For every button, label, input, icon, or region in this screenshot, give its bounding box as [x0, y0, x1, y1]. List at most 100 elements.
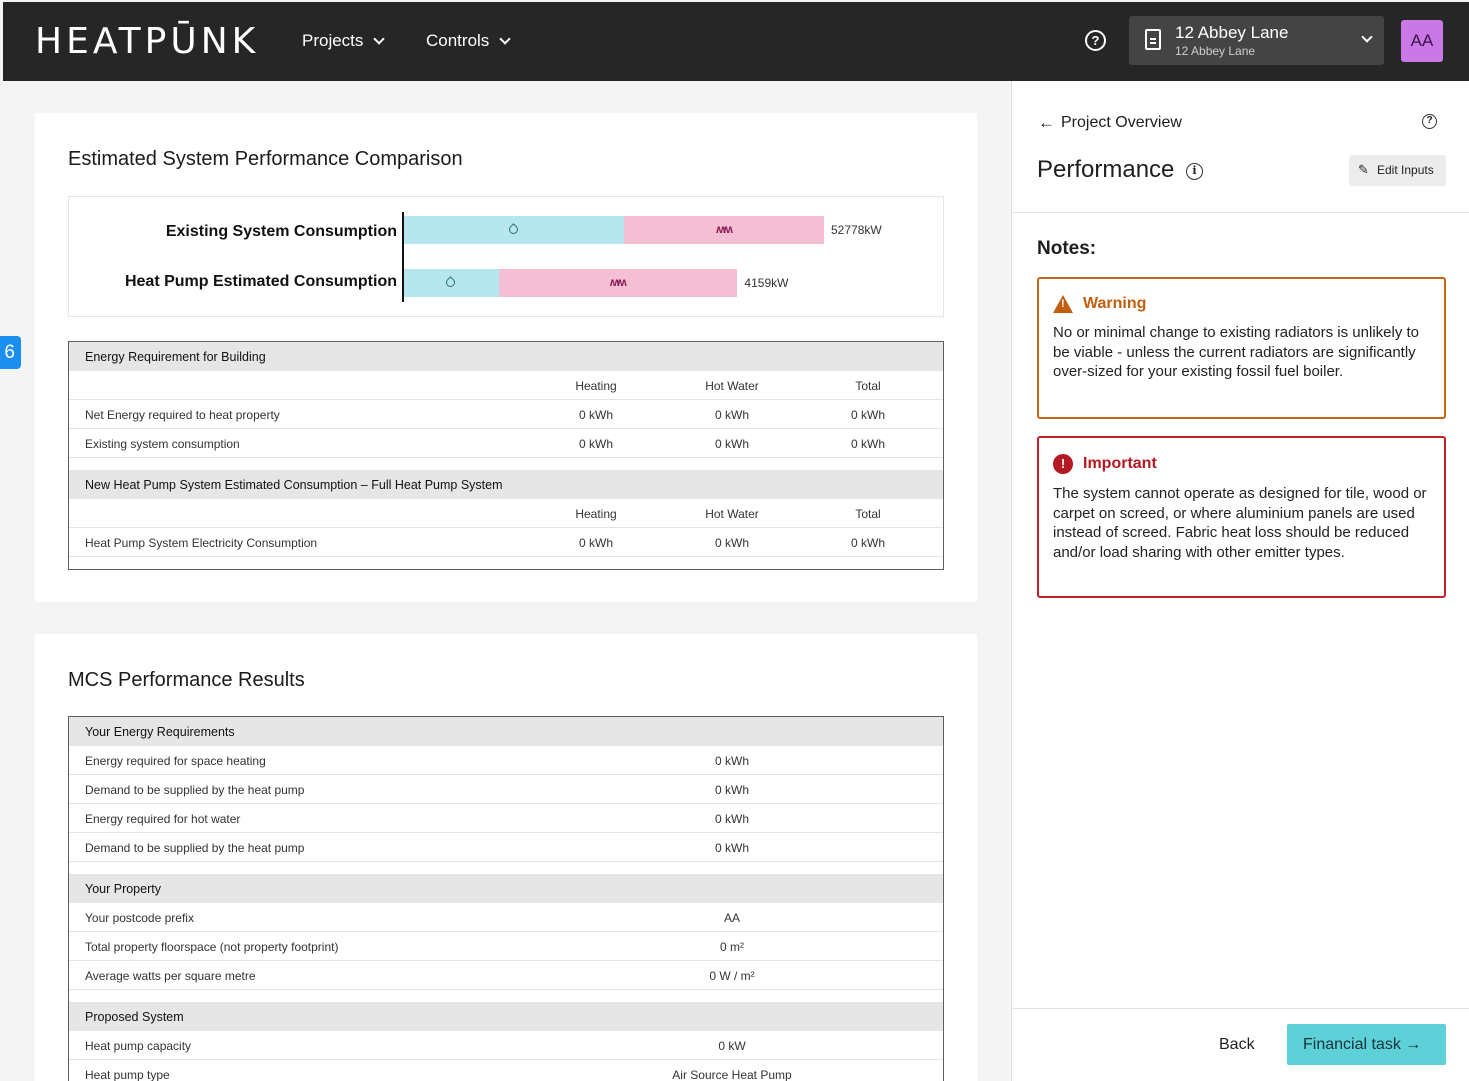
table-gap [69, 458, 943, 470]
important-body: The system cannot operate as designed fo… [1053, 485, 1427, 561]
chart-category-label: Heat Pump Estimated Consumption [124, 273, 397, 290]
column-header: Heating [575, 379, 617, 393]
row-value: Air Source Heat Pump [672, 1068, 792, 1081]
financial-task-label: Financial task [1303, 1036, 1401, 1053]
table-section-header: Energy Requirement for Building [69, 342, 943, 371]
row-label: Average watts per square metre [85, 969, 256, 983]
important-title: Important [1083, 455, 1157, 472]
water-drop-icon [444, 276, 458, 289]
row-value: 0 m² [720, 940, 744, 954]
radiator-icon: ʍʍ [610, 275, 627, 289]
help-icon[interactable]: ? [1085, 30, 1106, 51]
chevron-down-icon [1361, 31, 1373, 43]
notes-title: Notes: [1037, 238, 1097, 259]
edit-inputs-button[interactable]: ✎ Edit Inputs [1349, 155, 1446, 186]
table-section-header: Proposed System [69, 1002, 943, 1031]
bar-value-label: 52778kW [831, 223, 882, 237]
table-row: Heat Pump System Electricity Consumption… [69, 528, 943, 557]
row-value: 0 kW [718, 1039, 746, 1053]
warning-header: Warning [1053, 295, 1430, 313]
section-heading: Energy Requirement for Building [85, 350, 266, 364]
table-gap [69, 862, 943, 874]
row-value: 0 kWh [714, 783, 749, 797]
row-label: Demand to be supplied by the heat pump [85, 841, 305, 855]
mcs-results-table: Your Energy Requirements Energy required… [68, 716, 944, 1081]
row-label: Heat Pump System Electricity Consumption [85, 536, 318, 550]
row-value: 0 W / m² [709, 969, 755, 983]
column-header: Total [855, 379, 881, 393]
chevron-down-icon [499, 32, 511, 45]
table-row: Demand to be supplied by the heat pump 0… [69, 775, 943, 804]
cell-total: 0 kWh [850, 408, 885, 422]
projects-menu-label: Projects [302, 31, 364, 50]
row-label: Existing system consumption [85, 437, 240, 451]
heatpunk-logo[interactable]: HEATPŪNK [35, 21, 259, 62]
cell-total: 0 kWh [850, 536, 885, 550]
pencil-icon: ✎ [1358, 162, 1369, 177]
cell-hot-water: 0 kWh [714, 437, 749, 451]
row-label: Energy required for hot water [85, 812, 241, 826]
row-value: AA [723, 911, 740, 925]
row-label: Demand to be supplied by the heat pump [85, 783, 305, 797]
important-note: ! Important The system cannot operate as… [1037, 436, 1446, 598]
controls-menu[interactable]: Controls [426, 31, 511, 51]
table-row: Heat pump capacity 0 kW [69, 1031, 943, 1060]
cell-heating: 0 kWh [578, 437, 613, 451]
row-value: 0 kWh [714, 841, 749, 855]
side-tab-badge[interactable]: 6 [0, 336, 21, 369]
consumption-chart: Existing System Consumption Heat Pump Es… [68, 196, 944, 317]
project-title: 12 Abbey Lane [1175, 23, 1289, 42]
section-heading: Your Energy Requirements [85, 725, 235, 739]
mcs-results-card: MCS Performance Results Your Energy Requ… [35, 634, 977, 1081]
table-row: Demand to be supplied by the heat pump 0… [69, 833, 943, 862]
table-row: Total property floorspace (not property … [69, 932, 943, 961]
top-navigation-bar: HEATPŪNK Projects Controls ? 12 Abbey La… [3, 2, 1469, 81]
user-avatar[interactable]: AA [1401, 20, 1443, 62]
column-header: Hot Water [705, 379, 759, 393]
arrow-right-icon: → [1405, 1036, 1422, 1053]
energy-requirement-table: Energy Requirement for Building Heating … [68, 341, 944, 570]
help-icon[interactable]: ? [1422, 114, 1437, 129]
project-selector[interactable]: 12 Abbey Lane 12 Abbey Lane [1129, 16, 1384, 65]
document-icon [1145, 29, 1161, 50]
warning-note: Warning No or minimal change to existing… [1037, 277, 1446, 419]
warning-icon [1053, 295, 1073, 313]
row-label: Energy required for space heating [85, 754, 266, 768]
hot-water-bar [404, 216, 625, 244]
controls-menu-label: Controls [426, 31, 490, 50]
edit-inputs-label: Edit Inputs [1377, 163, 1434, 177]
alert-circle-icon: ! [1053, 454, 1073, 474]
column-header: Hot Water [705, 507, 759, 521]
cell-hot-water: 0 kWh [714, 408, 749, 422]
project-subtitle: 12 Abbey Lane [1175, 44, 1256, 58]
comparison-card: Estimated System Performance Comparison … [35, 113, 977, 602]
info-icon[interactable]: i [1186, 163, 1203, 180]
table-row: Existing system consumption 0 kWh 0 kWh … [69, 429, 943, 458]
table-section-header: Your Energy Requirements [69, 717, 943, 746]
row-label: Your postcode prefix [85, 911, 194, 925]
back-button[interactable]: Back [1219, 1036, 1255, 1054]
arrow-left-icon: ← [1038, 113, 1055, 132]
performance-panel: ← Project Overview ? Performance i ✎ Edi… [1011, 81, 1469, 1081]
mcs-title: MCS Performance Results [68, 669, 305, 691]
warning-body: No or minimal change to existing radiato… [1053, 324, 1419, 380]
table-row: Heat pump type Air Source Heat Pump [69, 1060, 943, 1081]
projects-menu[interactable]: Projects [302, 31, 386, 51]
table-row: Energy required for space heating 0 kWh [69, 746, 943, 775]
table-section-header: Your Property [69, 874, 943, 903]
bar-value-label: 4159kW [744, 276, 789, 290]
table-row: Average watts per square metre 0 W / m² [69, 961, 943, 990]
section-heading: Your Property [85, 882, 161, 896]
row-value: 0 kWh [714, 754, 749, 768]
financial-task-button[interactable]: Financial task → [1287, 1024, 1446, 1065]
column-header: Heating [575, 507, 617, 521]
row-label: Heat pump capacity [85, 1039, 192, 1053]
column-header: Total [855, 507, 881, 521]
row-label: Heat pump type [85, 1068, 170, 1081]
project-overview-label: Project Overview [1061, 114, 1182, 131]
divider [1012, 1008, 1469, 1009]
warning-title: Warning [1083, 295, 1147, 312]
water-drop-icon [507, 223, 521, 236]
project-overview-link[interactable]: ← Project Overview [1038, 113, 1182, 133]
chart-category-label: Existing System Consumption [165, 223, 397, 240]
